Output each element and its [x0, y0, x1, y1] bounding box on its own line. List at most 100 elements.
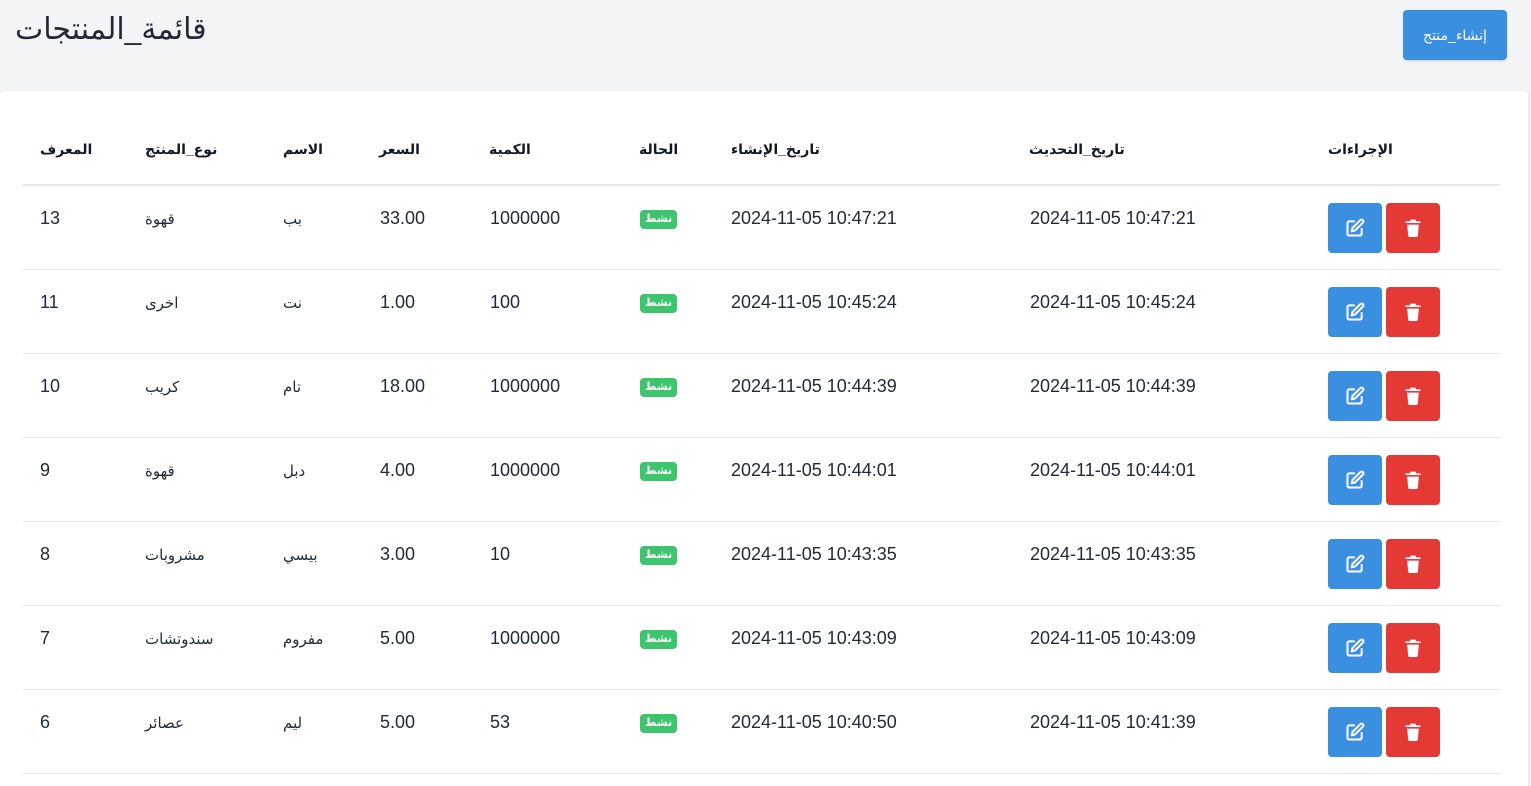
products-card: المعرف نوع_المنتج الاسم السعر الكمية الح…	[0, 91, 1528, 786]
cell-type: قهوة	[145, 463, 175, 480]
delete-button[interactable]	[1386, 539, 1440, 589]
cell-type: مشروبات	[145, 547, 205, 564]
trash-icon	[1403, 638, 1423, 658]
table-row: 11 اخرى نت 1.00 100 نشط 2024-11-05 10:45…	[23, 270, 1500, 354]
delete-button[interactable]	[1386, 371, 1440, 421]
delete-button[interactable]	[1386, 287, 1440, 337]
cell-type: عصائر	[145, 715, 184, 732]
cell-price: 33.00	[380, 208, 426, 228]
edit-button[interactable]	[1328, 203, 1382, 253]
edit-icon	[1345, 470, 1365, 490]
cell-name: ليم	[283, 715, 303, 732]
status-badge: نشط	[640, 210, 678, 230]
status-badge: نشط	[640, 630, 678, 650]
cell-name: مفروم	[283, 631, 324, 648]
cell-quantity: 1000000	[490, 376, 561, 396]
cell-updated: 2024-11-05 10:41:39	[1030, 712, 1196, 732]
edit-icon	[1345, 638, 1365, 658]
table-row: 9 قهوة دبل 4.00 1000000 نشط 2024-11-05 1…	[23, 438, 1500, 522]
cell-updated: 2024-11-05 10:43:35	[1030, 544, 1196, 564]
cell-name: بب	[283, 211, 302, 228]
cell-updated: 2024-11-05 10:47:21	[1030, 208, 1196, 228]
cell-type: اخرى	[145, 295, 179, 312]
table-body: 13 قهوة بب 33.00 1000000 نشط 2024-11-05 …	[23, 186, 1500, 774]
cell-created: 2024-11-05 10:45:24	[731, 292, 897, 312]
status-badge: نشط	[640, 462, 678, 482]
cell-created: 2024-11-05 10:43:35	[731, 544, 897, 564]
table-row: 13 قهوة بب 33.00 1000000 نشط 2024-11-05 …	[23, 186, 1500, 270]
trash-icon	[1403, 470, 1423, 490]
cell-quantity: 10	[490, 544, 511, 564]
delete-button[interactable]	[1386, 455, 1440, 505]
edit-icon	[1345, 722, 1365, 742]
cell-type: قهوة	[145, 211, 175, 228]
cell-id: 6	[40, 712, 51, 732]
cell-id: 7	[40, 628, 51, 648]
trash-icon	[1403, 386, 1423, 406]
header-status: الحالة	[639, 141, 679, 157]
header-created: تاريخ_الإنشاء	[731, 141, 820, 157]
cell-id: 9	[40, 460, 51, 480]
status-badge: نشط	[640, 378, 678, 398]
edit-icon	[1345, 302, 1365, 322]
delete-button[interactable]	[1386, 707, 1440, 757]
cell-quantity: 1000000	[490, 460, 561, 480]
cell-type: كريب	[145, 379, 180, 396]
trash-icon	[1403, 218, 1423, 238]
status-badge: نشط	[640, 294, 678, 314]
header-name: الاسم	[283, 141, 323, 157]
cell-quantity: 1000000	[490, 628, 561, 648]
cell-quantity: 100	[490, 292, 521, 312]
status-badge: نشط	[640, 714, 678, 734]
cell-updated: 2024-11-05 10:44:01	[1030, 460, 1196, 480]
table-row: 6 عصائر ليم 5.00 53 نشط 2024-11-05 10:40…	[23, 690, 1500, 774]
status-badge: نشط	[640, 546, 678, 566]
cell-price: 4.00	[380, 460, 416, 480]
header-price: السعر	[379, 141, 420, 157]
cell-price: 3.00	[380, 544, 416, 564]
cell-created: 2024-11-05 10:40:50	[731, 712, 897, 732]
cell-updated: 2024-11-05 10:45:24	[1030, 292, 1196, 312]
header-updated: تاريخ_التحديث	[1029, 141, 1125, 157]
page-title: قائمة_المنتجات	[15, 13, 207, 46]
header-type: نوع_المنتج	[145, 141, 218, 157]
delete-button[interactable]	[1386, 203, 1440, 253]
cell-name: تام	[283, 379, 302, 396]
cell-updated: 2024-11-05 10:43:09	[1030, 628, 1196, 648]
edit-button[interactable]	[1328, 623, 1382, 673]
products-table: المعرف نوع_المنتج الاسم السعر الكمية الح…	[23, 91, 1500, 774]
edit-icon	[1345, 218, 1365, 238]
table-row: 7 سندوتشات مفروم 5.00 1000000 نشط 2024-1…	[23, 606, 1500, 690]
edit-button[interactable]	[1328, 539, 1382, 589]
cell-price: 18.00	[380, 376, 426, 396]
table-header: المعرف نوع_المنتج الاسم السعر الكمية الح…	[23, 91, 1500, 186]
cell-updated: 2024-11-05 10:44:39	[1030, 376, 1196, 396]
cell-type: سندوتشات	[145, 631, 214, 648]
header-quantity: الكمية	[489, 141, 531, 157]
cell-id: 11	[40, 292, 59, 312]
cell-name: بيسي	[283, 547, 318, 564]
edit-button[interactable]	[1328, 287, 1382, 337]
cell-created: 2024-11-05 10:43:09	[731, 628, 897, 648]
cell-created: 2024-11-05 10:44:01	[731, 460, 897, 480]
cell-name: نت	[283, 295, 302, 312]
cell-id: 10	[40, 376, 61, 396]
cell-created: 2024-11-05 10:44:39	[731, 376, 897, 396]
cell-quantity: 53	[490, 712, 511, 732]
cell-price: 5.00	[380, 712, 416, 732]
trash-icon	[1403, 302, 1423, 322]
cell-quantity: 1000000	[490, 208, 561, 228]
delete-button[interactable]	[1386, 623, 1440, 673]
edit-icon	[1345, 554, 1365, 574]
cell-created: 2024-11-05 10:47:21	[731, 208, 897, 228]
edit-button[interactable]	[1328, 455, 1382, 505]
edit-button[interactable]	[1328, 707, 1382, 757]
edit-button[interactable]	[1328, 371, 1382, 421]
trash-icon	[1403, 554, 1423, 574]
header-actions: الإجراءات	[1328, 141, 1393, 157]
edit-icon	[1345, 386, 1365, 406]
cell-name: دبل	[283, 463, 306, 480]
table-row: 10 كريب تام 18.00 1000000 نشط 2024-11-05…	[23, 354, 1500, 438]
create-product-button[interactable]: إنشاء_منتج	[1403, 10, 1507, 60]
header-id: المعرف	[40, 141, 93, 157]
